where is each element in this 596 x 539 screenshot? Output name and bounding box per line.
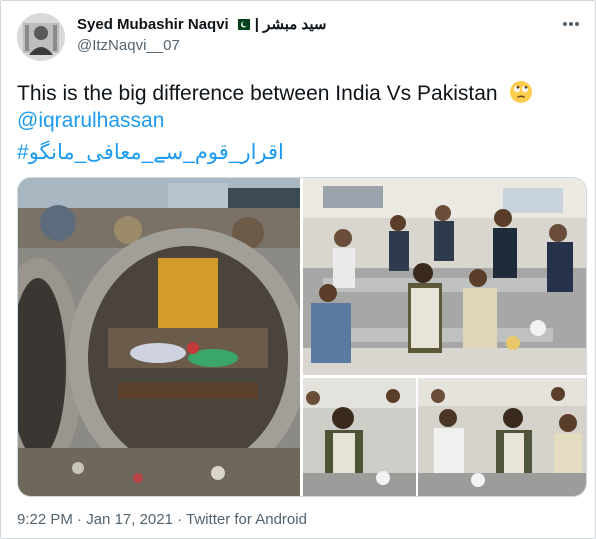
tweet-meta: 9:22 PM · Jan 17, 2021 · Twitter for And…	[17, 511, 307, 528]
face-with-rolling-eyes-emoji-icon	[510, 81, 533, 103]
leader-seated-photo-icon	[303, 378, 416, 496]
hashtag-link[interactable]: #اقرار_قوم_سے_معافی_مانگو	[17, 140, 284, 165]
mention-link[interactable]: @iqrarulhassan	[17, 109, 164, 133]
avatar[interactable]	[17, 13, 65, 61]
tweet-card: Syed Mubashir Naqvi سید مبشر | @ItzNaqvi…	[0, 0, 596, 539]
author-urdu-name: سید مبشر |	[254, 16, 327, 33]
media-grid[interactable]	[17, 177, 587, 497]
author-display-name[interactable]: Syed Mubashir Naqvi	[77, 16, 229, 33]
tweet-date[interactable]: Jan 17, 2021	[86, 511, 173, 528]
leader-dining-photo-icon	[418, 378, 586, 496]
concrete-pipe-photo-icon	[18, 178, 300, 496]
tweet-time[interactable]: 9:22 PM	[17, 511, 73, 528]
pakistan-flag-icon	[233, 18, 250, 30]
media-photo-bottom-right[interactable]	[418, 378, 586, 496]
more-options-icon[interactable]	[561, 17, 581, 31]
avatar-photo-icon	[17, 13, 65, 61]
tweet-body-text: This is the big difference between India…	[17, 82, 498, 105]
source-app-link[interactable]: Twitter for Android	[186, 511, 307, 528]
canteen-photo-icon	[303, 178, 586, 375]
media-photo-bottom-left[interactable]	[303, 378, 416, 496]
author-handle[interactable]: @ItzNaqvi__07	[77, 37, 180, 54]
author-name-row[interactable]: Syed Mubashir Naqvi سید مبشر |	[77, 15, 327, 34]
media-photo-top-right[interactable]	[303, 178, 586, 375]
meta-separator: ·	[77, 511, 83, 528]
tweet-text: This is the big difference between India…	[17, 79, 533, 109]
media-photo-left[interactable]	[18, 178, 300, 496]
meta-separator: ·	[177, 511, 183, 528]
